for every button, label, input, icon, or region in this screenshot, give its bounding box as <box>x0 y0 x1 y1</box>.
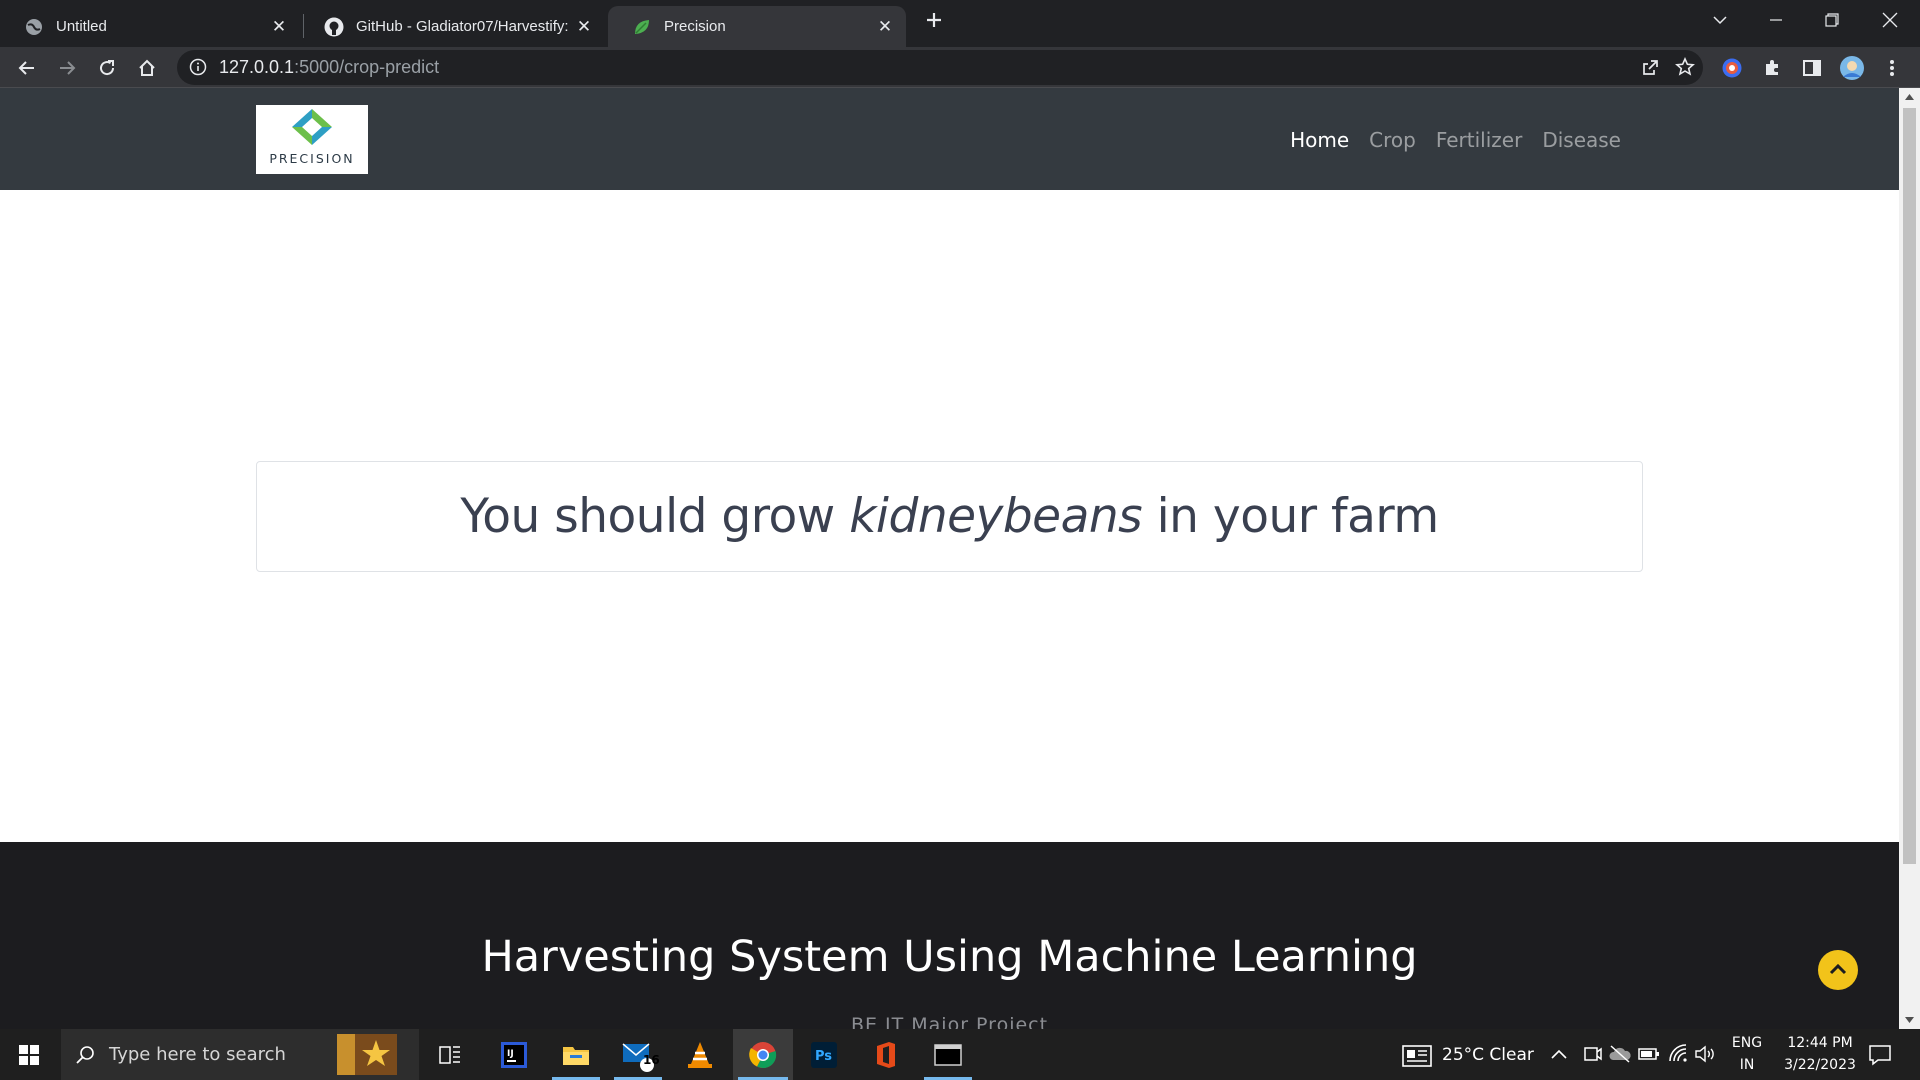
predicted-crop: kidneybeans <box>849 489 1143 544</box>
close-tab-icon[interactable]: ✕ <box>268 16 290 38</box>
prediction-result-card: You should grow kidneybeans in your farm <box>256 461 1643 572</box>
close-tab-icon[interactable]: ✕ <box>573 16 595 38</box>
site-navbar: PRECISION Home Crop Fertilizer Disease <box>0 88 1899 190</box>
bookmark-star-icon[interactable] <box>1675 57 1695 81</box>
scrollbar-thumb[interactable] <box>1903 108 1916 864</box>
close-window-button[interactable] <box>1862 0 1918 40</box>
taskbar-app-mail[interactable]: 16 <box>609 1029 667 1080</box>
result-suffix: in your farm <box>1142 489 1440 544</box>
svg-text:Ps: Ps <box>815 1049 832 1064</box>
globe-icon <box>24 17 44 37</box>
start-button[interactable] <box>0 1029 58 1080</box>
task-view-icon <box>439 1045 460 1064</box>
taskbar-app-chrome[interactable] <box>733 1029 793 1080</box>
precision-logo-icon <box>292 109 332 145</box>
page-viewport: PRECISION Home Crop Fertilizer Disease Y… <box>0 88 1899 1029</box>
mail-badge: 16 <box>643 1053 660 1067</box>
chevron-up-icon[interactable] <box>1550 1047 1568 1061</box>
tab-search-chevron-down-icon[interactable] <box>1692 0 1748 40</box>
scroll-down-arrow-icon[interactable] <box>1905 1017 1914 1023</box>
folder-icon <box>563 1046 589 1065</box>
footer-title: Harvesting System Using Machine Learning <box>481 932 1418 982</box>
onedrive-icon[interactable] <box>1608 1044 1632 1064</box>
footer-subtitle: BE IT Major Project <box>850 1014 1049 1029</box>
office-icon <box>877 1041 895 1068</box>
taskbar-app-terminal[interactable] <box>919 1029 977 1080</box>
minimize-button[interactable] <box>1748 0 1804 40</box>
tab-github[interactable]: GitHub - Gladiator07/Harvestify: ✕ <box>300 6 605 47</box>
nav-crop[interactable]: Crop <box>1359 128 1426 152</box>
notification-center-icon[interactable] <box>1868 1043 1892 1067</box>
tab-title: Untitled <box>56 18 107 35</box>
chevron-up-icon <box>1829 963 1847 975</box>
taskbar-app-vlc[interactable] <box>671 1029 729 1080</box>
weather-text[interactable]: 25°C Clear <box>1442 1045 1534 1065</box>
nav-fertilizer[interactable]: Fertilizer <box>1426 128 1532 152</box>
battery-icon[interactable] <box>1638 1046 1660 1062</box>
github-icon <box>324 17 344 37</box>
wifi-icon[interactable] <box>1668 1043 1690 1065</box>
reload-button[interactable] <box>91 52 123 84</box>
clock-date[interactable]: 3/22/2023 <box>1772 1057 1868 1073</box>
tab-precision[interactable]: Precision ✕ <box>608 6 906 47</box>
taskbar-app-office[interactable] <box>857 1029 915 1080</box>
nav-links: Home Crop Fertilizer Disease <box>1280 128 1631 152</box>
close-tab-icon[interactable]: ✕ <box>874 16 896 38</box>
search-icon <box>76 1045 94 1064</box>
back-button[interactable] <box>11 52 43 84</box>
volume-icon[interactable] <box>1694 1044 1718 1064</box>
nav-disease[interactable]: Disease <box>1532 128 1631 152</box>
taskbar-app-file-explorer[interactable] <box>547 1029 605 1080</box>
url-text[interactable]: 127.0.0.1:5000/crop-predict <box>219 57 439 78</box>
extensions-puzzle-icon[interactable] <box>1756 52 1788 84</box>
taskbar-app-photoshop[interactable]: Ps <box>795 1029 853 1080</box>
forward-button[interactable] <box>51 52 83 84</box>
clock-time[interactable]: 12:44 PM <box>1772 1035 1868 1051</box>
share-icon[interactable] <box>1641 57 1661 81</box>
nav-home[interactable]: Home <box>1280 128 1359 152</box>
vlc-cone-icon <box>688 1041 712 1068</box>
logo-text: PRECISION <box>269 151 355 166</box>
taskbar-app-intellij[interactable]: IJ <box>485 1029 543 1080</box>
address-bar[interactable]: 127.0.0.1:5000/crop-predict <box>177 50 1703 85</box>
result-prefix: You should grow <box>460 489 850 544</box>
tab-untitled[interactable]: Untitled ✕ <box>0 6 300 47</box>
page-scrollbar[interactable] <box>1899 88 1920 1029</box>
photoshop-icon: Ps <box>811 1041 837 1068</box>
new-tab-button[interactable] <box>906 0 962 40</box>
windows-taskbar: Type here to search IJ 16 Ps 25°C Clear … <box>0 1029 1920 1080</box>
prediction-result: You should grow kidneybeans in your farm <box>460 489 1440 544</box>
intellij-icon: IJ <box>501 1041 527 1068</box>
windows-logo-icon <box>19 1044 39 1065</box>
leaf-icon <box>632 17 652 37</box>
tab-title: Precision <box>664 18 726 35</box>
side-panel-icon[interactable] <box>1796 52 1828 84</box>
search-highlight-icon <box>337 1034 397 1075</box>
chrome-icon <box>749 1041 777 1068</box>
browser-toolbar: 127.0.0.1:5000/crop-predict <box>0 47 1920 88</box>
restore-button[interactable] <box>1804 0 1860 40</box>
url-path: :5000/crop-predict <box>294 57 440 77</box>
site-logo[interactable]: PRECISION <box>256 105 368 174</box>
site-footer: Harvesting System Using Machine Learning… <box>0 842 1899 1029</box>
browser-tab-strip: Untitled ✕ GitHub - Gladiator07/Harvesti… <box>0 0 1920 47</box>
extension-round-icon[interactable] <box>1716 52 1748 84</box>
search-placeholder: Type here to search <box>109 1044 286 1065</box>
browser-menu-icon[interactable] <box>1876 52 1908 84</box>
profile-avatar[interactable] <box>1836 52 1868 84</box>
language-region[interactable]: IN <box>1726 1057 1768 1073</box>
meet-now-icon[interactable] <box>1582 1044 1602 1064</box>
site-info-icon[interactable] <box>189 58 207 80</box>
taskbar-search-box[interactable]: Type here to search <box>61 1029 419 1080</box>
tab-title: GitHub - Gladiator07/Harvestify: <box>356 18 569 35</box>
svg-text:IJ: IJ <box>507 1049 514 1059</box>
scroll-to-top-button[interactable] <box>1818 950 1858 990</box>
news-widget-icon[interactable] <box>1402 1045 1432 1067</box>
terminal-icon <box>934 1043 962 1066</box>
home-button[interactable] <box>131 52 163 84</box>
task-view-button[interactable] <box>421 1029 479 1080</box>
language-code[interactable]: ENG <box>1726 1035 1768 1051</box>
scroll-up-arrow-icon[interactable] <box>1905 94 1914 100</box>
url-host: 127.0.0.1 <box>219 57 295 77</box>
